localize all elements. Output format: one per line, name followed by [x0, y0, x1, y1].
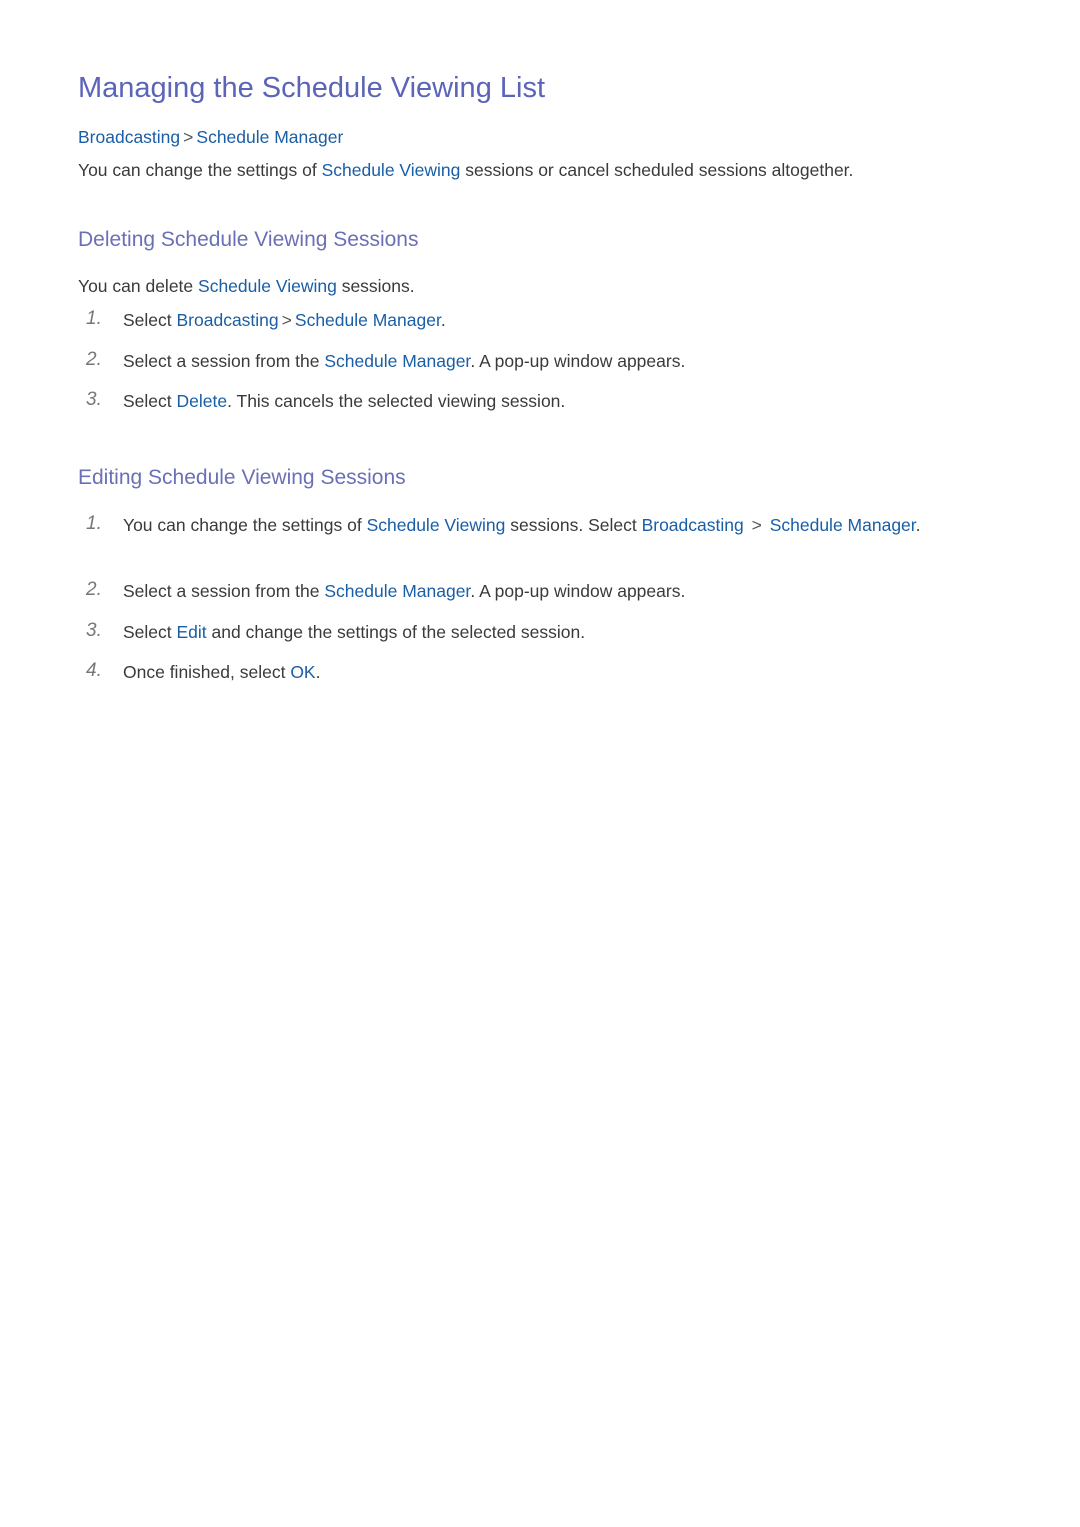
step-text-pre: Select a session from the	[123, 581, 325, 601]
breadcrumb-broadcasting[interactable]: Broadcasting	[78, 127, 180, 147]
schedule-viewing-link[interactable]: Schedule Viewing	[198, 276, 337, 296]
deleting-intro-text: You can delete	[78, 276, 199, 296]
step-text-post: .	[315, 662, 321, 682]
step-number: 2.	[86, 349, 102, 370]
page-title: Managing the Schedule Viewing List	[78, 72, 546, 104]
intro-text-end: sessions or cancel scheduled sessions al…	[460, 160, 854, 180]
step-text-mid: sessions. Select	[505, 515, 642, 535]
step-text: Once finished, select OK.	[123, 658, 983, 686]
step-number: 2.	[86, 579, 102, 600]
ok-link[interactable]: OK	[290, 662, 315, 682]
step-text-pre: Select	[123, 310, 177, 330]
step-text: Select Edit and change the settings of t…	[123, 618, 983, 646]
schedule-viewing-link[interactable]: Schedule Viewing	[322, 160, 461, 180]
step-number: 1.	[86, 513, 102, 534]
step-text-pre: Once finished, select	[123, 662, 291, 682]
step-text: You can change the settings of Schedule …	[123, 511, 963, 539]
step-text-post: .	[440, 310, 446, 330]
deleting-intro-end: sessions.	[336, 276, 415, 296]
breadcrumb: Broadcasting > Schedule Manager	[78, 127, 343, 148]
intro-text: You can change the settings of	[78, 160, 322, 180]
broadcasting-link[interactable]: Broadcasting	[642, 515, 744, 535]
step-text-pre: You can change the settings of	[123, 515, 367, 535]
chevron-right-icon: >	[183, 127, 194, 147]
deleting-heading: Deleting Schedule Viewing Sessions	[78, 228, 419, 251]
schedule-manager-link[interactable]: Schedule Manager	[324, 581, 470, 601]
step-text-post: and change the settings of the selected …	[206, 622, 586, 642]
step-text: Select Delete. This cancels the selected…	[123, 387, 983, 415]
step-text: Select a session from the Schedule Manag…	[123, 577, 983, 605]
schedule-manager-link[interactable]: Schedule Manager	[324, 351, 470, 371]
schedule-manager-link[interactable]: Schedule Manager	[770, 515, 916, 535]
step-text-post: . A pop-up window appears.	[470, 351, 686, 371]
step-text-post: .	[915, 515, 921, 535]
chevron-right-icon: >	[751, 515, 762, 535]
broadcasting-link[interactable]: Broadcasting	[177, 310, 279, 330]
delete-link[interactable]: Delete	[177, 391, 228, 411]
breadcrumb-schedule-manager[interactable]: Schedule Manager	[196, 127, 343, 147]
step-text-post: . This cancels the selected viewing sess…	[227, 391, 566, 411]
step-text-pre: Select a session from the	[123, 351, 325, 371]
step-text-pre: Select	[123, 391, 177, 411]
editing-heading: Editing Schedule Viewing Sessions	[78, 466, 406, 489]
schedule-manager-link[interactable]: Schedule Manager	[295, 310, 441, 330]
step-number: 3.	[86, 389, 102, 410]
step-text: Select a session from the Schedule Manag…	[123, 347, 983, 375]
deleting-intro: You can delete Schedule Viewing sessions…	[78, 276, 415, 297]
step-number: 4.	[86, 660, 102, 681]
step-text: Select Broadcasting > Schedule Manager.	[123, 306, 983, 334]
intro-paragraph: You can change the settings of Schedule …	[78, 160, 853, 181]
chevron-right-icon: >	[281, 310, 292, 330]
schedule-viewing-link[interactable]: Schedule Viewing	[367, 515, 506, 535]
step-number: 3.	[86, 620, 102, 641]
step-number: 1.	[86, 308, 102, 329]
step-text-post: . A pop-up window appears.	[470, 581, 686, 601]
step-text-pre: Select	[123, 622, 177, 642]
edit-link[interactable]: Edit	[177, 622, 207, 642]
